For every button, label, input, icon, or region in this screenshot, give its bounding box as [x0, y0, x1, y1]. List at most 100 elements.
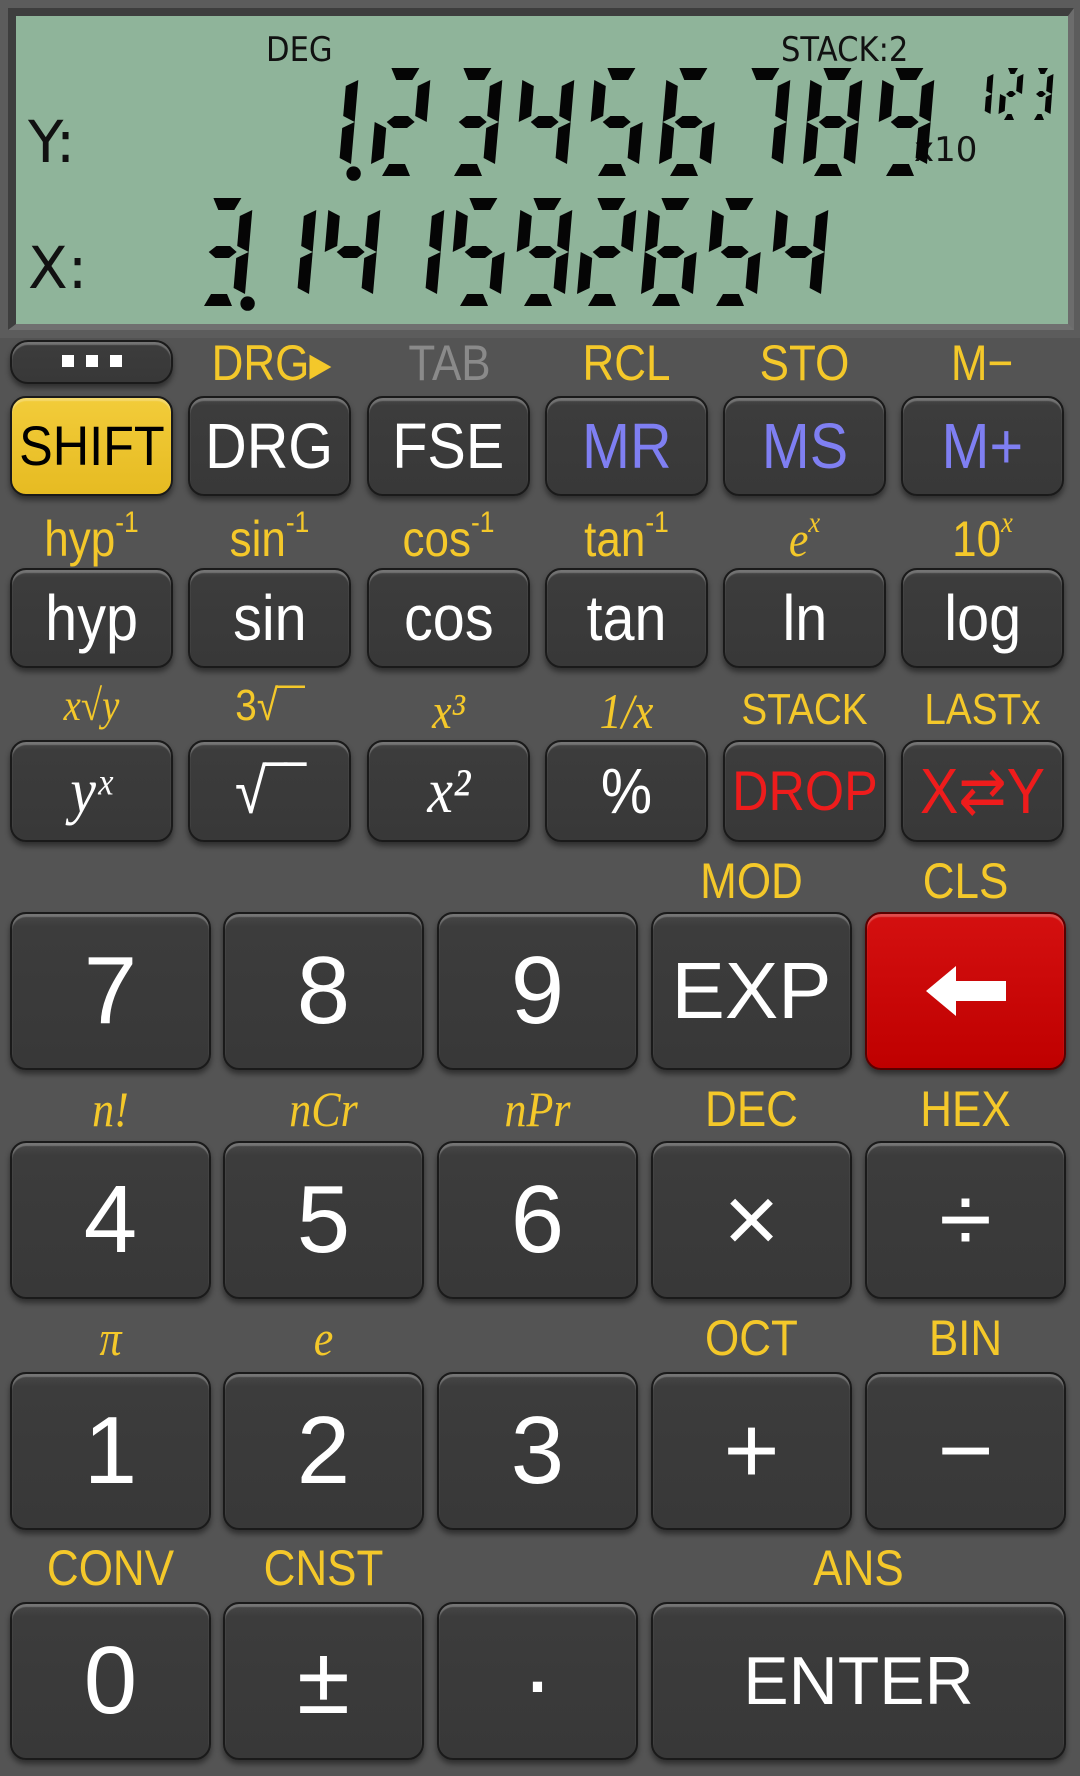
- exp-key[interactable]: EXP: [651, 912, 852, 1070]
- minus-key[interactable]: −: [865, 1372, 1066, 1530]
- memory-add-key[interactable]: M+: [901, 396, 1064, 496]
- shift-label-stack: STACK: [741, 685, 868, 734]
- drop-key[interactable]: DROP: [723, 740, 886, 842]
- lcd-digit: [803, 68, 863, 176]
- shift-label-last-x: LASTx: [924, 685, 1041, 734]
- 5-key[interactable]: 5: [223, 1141, 424, 1299]
- y-register-value: [339, 68, 935, 181]
- shift-label-drg-menu: DRG▸: [211, 335, 332, 391]
- lcd-digit: [518, 80, 575, 164]
- stack-indicator: STACK:2: [781, 30, 909, 70]
- 3-key[interactable]: 3: [437, 1372, 638, 1530]
- backspace-key[interactable]: [865, 912, 1066, 1070]
- power-key[interactable]: yˣ: [10, 740, 173, 842]
- tan-key[interactable]: tan: [545, 568, 708, 668]
- lcd-digit: [984, 74, 994, 114]
- plus-minus-key[interactable]: ±: [223, 1602, 424, 1760]
- lcd-digit: [998, 68, 1024, 120]
- lcd-digit: [516, 198, 573, 306]
- lcd-display: DEG STACK:2 Y: X: x10: [8, 8, 1074, 330]
- lcd-digit: [454, 68, 503, 176]
- lcd-digit: [297, 210, 317, 294]
- shift-label-atan: tan-1: [584, 506, 669, 567]
- shift-label-cnst: CNST: [263, 1540, 384, 1596]
- shift-label-permutation: nPr: [504, 1081, 571, 1137]
- shift-label-cube: x³: [432, 683, 465, 739]
- square-key[interactable]: x²: [367, 740, 530, 842]
- lcd-digit: [339, 80, 361, 181]
- lcd-digit: [878, 68, 935, 176]
- multiply-key[interactable]: ×: [651, 1141, 852, 1299]
- ln-key[interactable]: ln: [723, 568, 886, 668]
- 2-key[interactable]: 2: [223, 1372, 424, 1530]
- 8-key[interactable]: 8: [223, 912, 424, 1070]
- lcd-digit: [708, 198, 761, 306]
- shift-label-m-minus: M−: [950, 335, 1014, 391]
- divide-key[interactable]: ÷: [865, 1141, 1066, 1299]
- shift-label-rcl: RCL: [582, 335, 671, 391]
- backspace-arrow-icon: [925, 966, 1006, 1016]
- shift-label-exp: ex: [788, 506, 821, 567]
- lcd-digit: [452, 198, 505, 306]
- shift-label-asin: sin-1: [229, 506, 310, 567]
- shift-label-mod: MOD: [700, 853, 803, 909]
- memory-store-key[interactable]: MS: [723, 396, 886, 496]
- 6-key[interactable]: 6: [437, 1141, 638, 1299]
- memory-recall-key[interactable]: MR: [545, 396, 708, 496]
- shift-label-bin: BIN: [928, 1310, 1003, 1366]
- shift-label-sto: STO: [759, 335, 850, 391]
- 1-key[interactable]: 1: [10, 1372, 211, 1530]
- shift-label-factorial: n!: [92, 1081, 129, 1137]
- lcd-digit: [425, 210, 445, 294]
- shift-label-combination: nCr: [289, 1081, 358, 1137]
- 0-key[interactable]: 0: [10, 1602, 211, 1760]
- lcd-digit: [371, 68, 431, 176]
- shift-label-tab: TAB: [408, 335, 491, 391]
- lcd-digit: [590, 68, 643, 176]
- shift-label-acos: cos-1: [402, 506, 495, 567]
- shift-label-oct: OCT: [705, 1310, 798, 1366]
- lcd-digit: [204, 198, 255, 311]
- hyp-key[interactable]: hyp: [10, 568, 173, 668]
- shift-label-xth-root: x√y: [63, 681, 120, 730]
- lcd-digit: [324, 210, 381, 294]
- decimal-point-key[interactable]: ·: [437, 1602, 638, 1760]
- shift-label-hyp-inverse: hyp-1: [44, 506, 139, 567]
- shift-label-dec: DEC: [705, 1081, 798, 1137]
- lcd-digit: [577, 198, 637, 306]
- shift-label-ans: ANS: [813, 1540, 904, 1596]
- lcd-digit: [659, 68, 715, 176]
- swap-xy-key[interactable]: X⇄Y: [901, 740, 1064, 842]
- fse-key[interactable]: FSE: [367, 396, 530, 496]
- 7-key[interactable]: 7: [10, 912, 211, 1070]
- enter-key[interactable]: ENTER: [651, 1602, 1066, 1760]
- y-exponent-value: [984, 68, 1054, 120]
- ellipsis-icon: [61, 355, 122, 367]
- shift-label-cube-root: 3√‾‾: [235, 681, 304, 730]
- y-register-label: Y:: [28, 108, 76, 176]
- x-register-label: X:: [28, 234, 88, 302]
- percent-key[interactable]: %: [545, 740, 708, 842]
- lcd-digit: [751, 68, 791, 164]
- shift-label-pi: π: [99, 1310, 122, 1366]
- angle-mode-indicator: DEG: [266, 30, 333, 70]
- cos-key[interactable]: cos: [367, 568, 530, 668]
- shift-label-hex: HEX: [920, 1081, 1011, 1137]
- shift-key[interactable]: SHIFT: [10, 396, 173, 496]
- shift-label-reciprocal: 1/x: [599, 683, 654, 739]
- log-key[interactable]: log: [901, 568, 1064, 668]
- square-root-key[interactable]: √‾‾: [188, 740, 351, 842]
- 4-key[interactable]: 4: [10, 1141, 211, 1299]
- lcd-digit: [1034, 68, 1054, 120]
- shift-label-clear-stack: CLS: [922, 853, 1009, 909]
- 9-key[interactable]: 9: [437, 912, 638, 1070]
- x-register-value: [204, 198, 829, 311]
- lcd-digit: [641, 198, 697, 306]
- plus-key[interactable]: +: [651, 1372, 852, 1530]
- menu-button[interactable]: [10, 340, 173, 384]
- drg-key[interactable]: DRG: [188, 396, 351, 496]
- shift-label-conv: CONV: [46, 1540, 175, 1596]
- sin-key[interactable]: sin: [188, 568, 351, 668]
- shift-label-pow10: 10x: [952, 506, 1013, 567]
- shift-label-euler-e: e: [313, 1310, 334, 1366]
